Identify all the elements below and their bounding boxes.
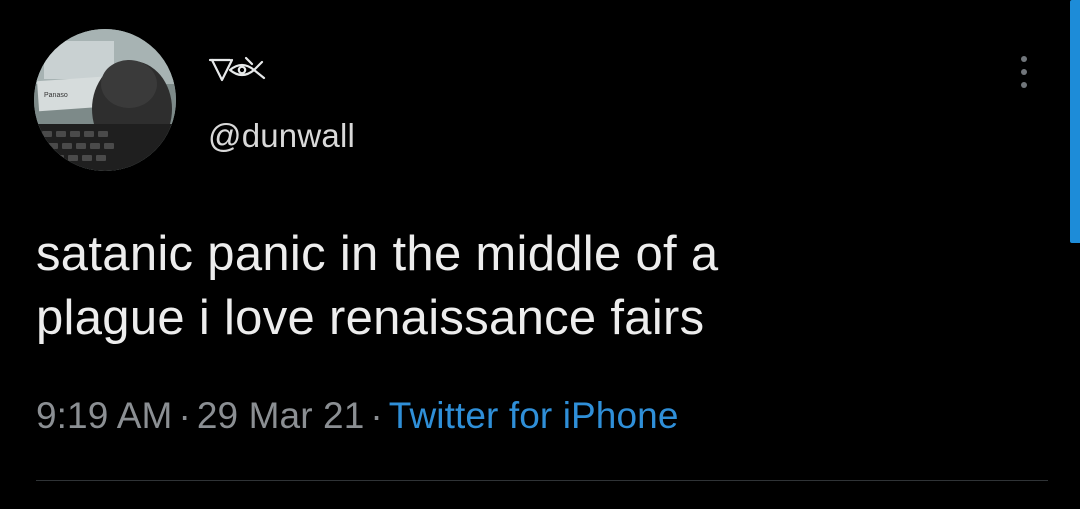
tweet-source-link[interactable]: Twitter for iPhone <box>389 395 679 436</box>
scrollbar-thumb[interactable] <box>1070 0 1080 243</box>
tweet-text-line: plague i love renaissance fairs <box>36 291 705 345</box>
more-options-button[interactable] <box>1007 52 1041 92</box>
tweet-text: satanic panic in the middle of a plague … <box>36 222 996 350</box>
eye-glyph-icon <box>208 56 266 82</box>
tweet-metadata: 9:19 AM · 29 Mar 21 · Twitter for iPhone <box>36 395 679 437</box>
avatar-monitor-label: Panaso <box>44 92 68 99</box>
tweet-date[interactable]: 29 Mar 21 <box>197 395 365 436</box>
tweet-time[interactable]: 9:19 AM <box>36 395 172 436</box>
meta-separator: · <box>178 395 191 436</box>
display-name[interactable] <box>206 54 268 86</box>
avatar[interactable]: Panaso <box>34 29 176 171</box>
meta-separator: · <box>370 395 383 436</box>
tweet-text-line: satanic panic in the middle of a <box>36 227 719 281</box>
divider <box>36 480 1048 481</box>
author-handle[interactable]: @dunwall <box>208 117 355 155</box>
more-vertical-icon <box>1021 56 1027 62</box>
avatar-image: Panaso <box>34 29 176 171</box>
